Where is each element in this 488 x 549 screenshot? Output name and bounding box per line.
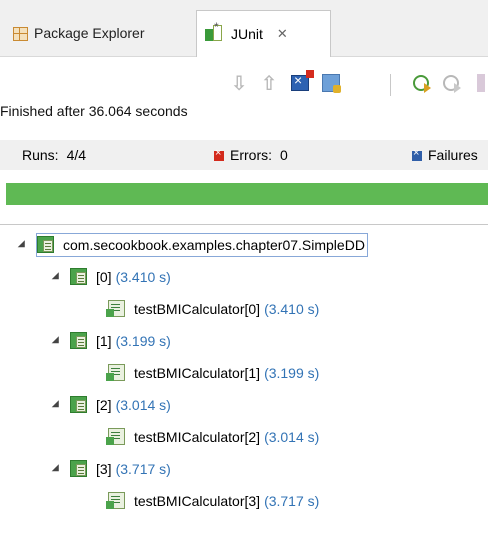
errors-label: Errors: bbox=[230, 147, 272, 163]
test-suite-icon bbox=[70, 396, 90, 414]
test-label: testBMICalculator[1] bbox=[134, 365, 261, 381]
tree-root[interactable]: com.secookbook.examples.chapter07.Simple… bbox=[17, 233, 368, 257]
toolbar-separator bbox=[390, 74, 391, 96]
tab-label: Package Explorer bbox=[34, 25, 145, 41]
test-case-icon bbox=[106, 364, 128, 382]
expand-toggle-icon[interactable] bbox=[51, 399, 63, 411]
group-duration: (3.717 s) bbox=[115, 461, 171, 477]
test-case-icon bbox=[106, 492, 128, 510]
tree-test-2[interactable]: testBMICalculator[2] (3.014 s) bbox=[106, 425, 320, 449]
test-duration: (3.717 s) bbox=[264, 493, 320, 509]
test-counters: Runs: 4/4 Errors: 0 Failures bbox=[0, 140, 488, 170]
test-suite-icon bbox=[70, 268, 90, 286]
tree-root-label: com.secookbook.examples.chapter07.Simple… bbox=[63, 237, 365, 253]
package-explorer-icon bbox=[12, 26, 28, 41]
test-label: testBMICalculator[2] bbox=[134, 429, 261, 445]
expand-toggle-icon[interactable] bbox=[17, 239, 29, 251]
group-duration: (3.410 s) bbox=[115, 269, 171, 285]
test-duration: (3.410 s) bbox=[264, 301, 320, 317]
test-suite-icon bbox=[70, 460, 90, 478]
test-tree: com.secookbook.examples.chapter07.Simple… bbox=[0, 224, 488, 549]
group-label: [0] bbox=[96, 269, 112, 285]
close-icon[interactable]: ✕ bbox=[277, 26, 288, 42]
expand-toggle-icon[interactable] bbox=[51, 271, 63, 283]
previous-failure-icon[interactable]: ⇧ bbox=[258, 72, 280, 95]
test-case-icon bbox=[106, 300, 128, 318]
junit-icon: * bbox=[205, 20, 225, 43]
tree-test-0[interactable]: testBMICalculator[0] (3.410 s) bbox=[106, 297, 320, 321]
runs-value: 4/4 bbox=[66, 147, 87, 163]
next-failure-icon[interactable]: ⇩ bbox=[228, 72, 250, 95]
failures-counter: Failures bbox=[412, 147, 478, 163]
error-icon bbox=[214, 147, 224, 161]
expand-toggle-icon[interactable] bbox=[51, 335, 63, 347]
tree-group-0[interactable]: [0] (3.410 s) bbox=[51, 265, 171, 289]
rerun-failed-first-icon[interactable] bbox=[440, 72, 462, 94]
test-progress-bar bbox=[6, 183, 488, 205]
group-label: [2] bbox=[96, 397, 112, 413]
test-duration: (3.199 s) bbox=[264, 365, 320, 381]
errors-counter: Errors: 0 bbox=[214, 147, 288, 163]
group-duration: (3.199 s) bbox=[115, 333, 171, 349]
progress-fill bbox=[6, 183, 488, 205]
group-label: [3] bbox=[96, 461, 112, 477]
test-suite-icon bbox=[37, 236, 57, 254]
tree-test-3[interactable]: testBMICalculator[3] (3.717 s) bbox=[106, 489, 320, 513]
test-label: testBMICalculator[0] bbox=[134, 301, 261, 317]
tree-group-3[interactable]: [3] (3.717 s) bbox=[51, 457, 171, 481]
rerun-test-icon[interactable] bbox=[410, 72, 432, 94]
show-failures-only-icon[interactable] bbox=[289, 70, 314, 94]
runs-counter: Runs: 4/4 bbox=[22, 147, 86, 163]
expand-toggle-icon[interactable] bbox=[51, 463, 63, 475]
tree-group-1[interactable]: [1] (3.199 s) bbox=[51, 329, 171, 353]
group-label: [1] bbox=[96, 333, 112, 349]
scroll-lock-icon[interactable] bbox=[320, 72, 342, 94]
test-suite-icon bbox=[70, 332, 90, 350]
test-label: testBMICalculator[3] bbox=[134, 493, 261, 509]
tab-label: JUnit bbox=[231, 26, 263, 42]
tree-group-2[interactable]: [2] (3.014 s) bbox=[51, 393, 171, 417]
run-status-text: Finished after 36.064 seconds bbox=[0, 103, 188, 119]
stop-icon[interactable] bbox=[470, 72, 488, 94]
tab-package-explorer[interactable]: Package Explorer bbox=[6, 10, 194, 56]
failure-icon bbox=[412, 147, 422, 161]
tree-test-1[interactable]: testBMICalculator[1] (3.199 s) bbox=[106, 361, 320, 385]
failures-label: Failures bbox=[428, 147, 478, 163]
group-duration: (3.014 s) bbox=[115, 397, 171, 413]
runs-label: Runs: bbox=[22, 147, 59, 163]
test-case-icon bbox=[106, 428, 128, 446]
test-duration: (3.014 s) bbox=[264, 429, 320, 445]
view-tab-bar: Package Explorer * JUnit ✕ bbox=[0, 0, 488, 57]
errors-value: 0 bbox=[280, 147, 288, 163]
tab-junit[interactable]: * JUnit ✕ bbox=[196, 10, 331, 57]
tree-root-selection: com.secookbook.examples.chapter07.Simple… bbox=[36, 233, 368, 257]
junit-toolbar: ⇩ ⇧ bbox=[0, 70, 488, 98]
